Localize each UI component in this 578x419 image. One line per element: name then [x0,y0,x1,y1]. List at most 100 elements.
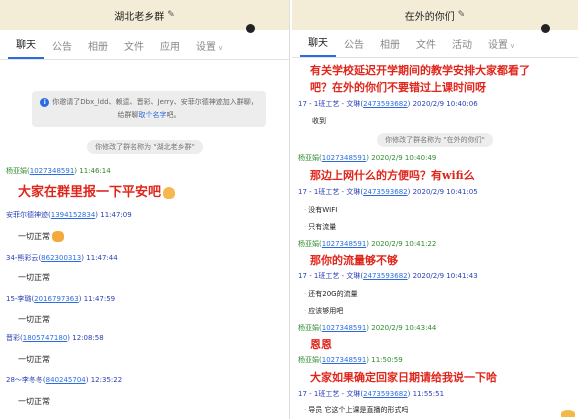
message-meta: 安菲尔德神迹(1394152834) 11:47:09 [6,211,132,219]
tab-chat[interactable]: 聊天 [300,34,336,57]
message-text: · 没有WIFI [304,205,337,215]
message-time: 2020/2/9 10:41:22 [371,240,437,248]
edit-icon[interactable]: ✎ [458,10,466,20]
message-text: 恩恩 [310,338,332,351]
rename-group-link[interactable]: 取个名字 [139,111,167,119]
tab-settings[interactable]: 设置 ∨ [188,38,231,59]
message-time: 2020/2/9 10:41:05 [412,188,478,196]
message-time: 11:47:59 [83,295,116,303]
right-chat-window: 在外的你们 ✎ 聊天 公告 相册 文件 活动 设置 ∨ 有关学校延迟开学期间的教学… [292,0,578,419]
message-time: 12:35:22 [90,376,123,384]
message-time: 2020/2/9 10:43:44 [371,324,437,332]
tab-chat[interactable]: 聊天 [8,36,44,59]
sender-id-link[interactable]: 2473593682 [363,390,408,398]
message-text-content: 应该够用吧 [308,307,344,315]
invite-notice-tail: 吧。 [166,111,181,119]
message-time: 2020/2/9 10:40:49 [371,154,437,162]
message-text: 大家在群里报一下平安吧 [18,181,176,200]
sender-name: 17 - 1班工艺 - 文琳 [298,390,361,398]
sender-name: 杨亚娟 [298,240,319,248]
message-meta: 杨亚娟(1027348591) 2020/2/9 10:41:22 [298,240,437,248]
right-tab-bar: 聊天 公告 相册 文件 活动 设置 ∨ [292,30,578,58]
message-text: 那边上网什么的方便吗？有wifi么 [310,169,475,182]
sender-id-link[interactable]: 2473593682 [363,188,408,196]
message-meta: 17 - 1班工艺 - 文琳(2473593682) 2020/2/9 10:4… [298,272,478,280]
tab-announcement[interactable]: 公告 [44,38,80,59]
message-meta: 17 - 1班工艺 - 文琳(2473593682) 2020/2/9 10:4… [298,100,478,108]
sender-id-link[interactable]: 2473593682 [363,272,408,280]
rename-system-message: 你修改了群名称为 "在外的你们" [377,133,493,147]
message-text-content: 导员 它这个上课是直播的形式吗 [308,406,409,414]
clap-icon [52,231,64,242]
tab-album[interactable]: 相册 [80,38,116,59]
message-text: · 导员 它这个上课是直播的形式吗 [304,405,408,415]
message-text-content: 还有20G的流量 [308,290,358,298]
sender-id-link[interactable]: 1027348591 [322,356,367,364]
praying-hands-icon [163,186,176,199]
sender-id-link[interactable]: 1027348591 [322,154,367,162]
sender-name: 杨亚娟 [298,324,319,332]
tab-events[interactable]: 活动 [444,36,480,57]
message-text: 收到 [312,117,326,125]
sender-name: 杨亚娟 [6,167,27,175]
tab-announcement[interactable]: 公告 [336,36,372,57]
sender-name: 17 - 1班工艺 - 文琳 [298,100,361,108]
message-text: 一切正常 [18,315,50,324]
message-meta: 15-李璐(2016797363) 11:47:59 [6,295,116,303]
avatar-dot [246,24,255,33]
sender-id-link[interactable]: 2016797363 [34,295,79,303]
sender-id-link[interactable]: 2473593682 [363,100,408,108]
tab-files[interactable]: 文件 [116,38,152,59]
edit-icon[interactable]: ✎ [167,10,175,20]
bullet-icon: · [304,223,307,231]
chevron-down-icon: ∨ [510,42,516,50]
sender-name: 17 - 1班工艺 - 文琳 [298,272,361,280]
message-text: 吧？在外的你们不要错过上课时间呀 [310,81,486,94]
right-title-bar: 在外的你们 ✎ [292,0,578,33]
message-meta: 17 - 1班工艺 - 文琳(2473593682) 11:55:51 [298,390,445,398]
sender-id-link[interactable]: 1027348591 [322,324,367,332]
message-text: 一切正常 [18,231,64,242]
message-time: 11:47:09 [100,211,132,219]
message-text-content: 一切正常 [18,232,50,241]
message-time: 2020/2/9 10:41:43 [412,272,478,280]
chevron-down-icon: ∨ [218,44,224,52]
rename-system-message: 你修改了群名称为 "湖北老乡群" [87,140,203,154]
tab-settings[interactable]: 设置 ∨ [480,36,523,57]
message-time: 11:46:14 [79,167,111,175]
sender-id-link[interactable]: 1394152834 [51,211,96,219]
message-text-content: 没有WIFI [308,206,338,214]
bullet-icon: · [304,307,307,315]
group-title: 湖北老乡群 [114,11,165,23]
message-text: 一切正常 [18,355,50,364]
sender-id-link[interactable]: 1805747180 [23,334,68,342]
sender-id-link[interactable]: 1027348591 [322,240,367,248]
sender-id-link[interactable]: 862300313 [41,254,81,262]
bullet-icon: · [304,290,307,298]
invite-notice: i 你邀请了Dbx_ldd、赖逵、晋彩、Jerry、安菲尔德神迹加入群聊，给群聊取… [32,91,266,127]
message-text-content: 只有流量 [308,223,337,231]
tab-album[interactable]: 相册 [372,36,408,57]
message-text: 那你的流量够不够 [310,254,398,267]
sender-id-link[interactable]: 1027348591 [30,167,75,175]
sender-name: 杨亚娟 [298,154,319,162]
message-meta: 晋彩(1805747180) 12:08:58 [6,334,104,342]
bullet-icon: · [304,206,307,214]
tab-apps[interactable]: 应用 [152,38,188,59]
avatar-dot [541,24,550,33]
message-meta: 34-熊彩云(862300313) 11:47:44 [6,254,118,262]
sender-id-link[interactable]: 840245704 [46,376,86,384]
sender-name: 安菲尔德神迹 [6,211,48,219]
bullet-icon: · [304,406,307,414]
tab-settings-label: 设置 [488,40,508,51]
left-title-bar: 湖北老乡群 ✎ [0,0,289,33]
left-chat-window: 湖北老乡群 ✎ 聊天 公告 相册 文件 应用 设置 ∨ i 你邀请了Dbx_ldd、… [0,0,290,419]
info-icon: i [40,97,50,107]
left-tab-bar: 聊天 公告 相册 文件 应用 设置 ∨ [0,30,289,60]
message-time: 2020/2/9 10:40:06 [412,100,478,108]
message-text: · 还有20G的流量 [304,289,358,299]
tab-files[interactable]: 文件 [408,36,444,57]
emoji-peek-icon [561,410,575,417]
sender-name: 28～李冬冬 [6,376,43,384]
message-text: 一切正常 [18,273,50,282]
